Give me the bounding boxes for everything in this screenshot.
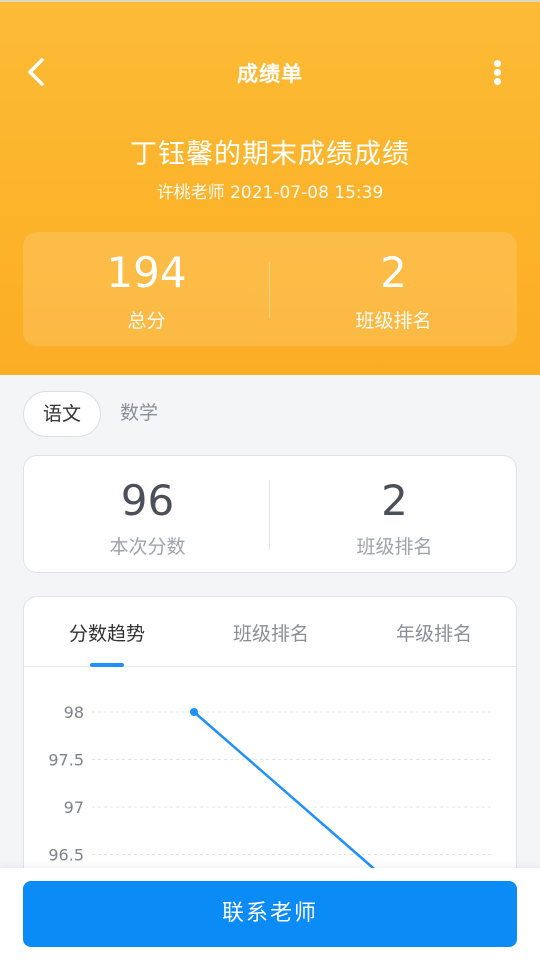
score-divider — [269, 480, 270, 550]
score-report-page: 成绩单 丁钰馨的期末成绩成绩 许桃老师 2021-07-08 15:39 194… — [0, 0, 540, 960]
chart-tabs: 分数趋势 班级排名 年级排名 — [24, 597, 516, 667]
subject-rank-label: 班级排名 — [356, 536, 433, 558]
y-tick-label: 97.5 — [48, 751, 84, 770]
subject-score-card: 96 本次分数 2 班级排名 — [23, 455, 517, 573]
report-title: 丁钰馨的期末成绩成绩 — [130, 139, 410, 170]
y-tick-label: 96.5 — [48, 846, 84, 865]
y-tick-label: 97 — [64, 798, 84, 817]
class-rank-stat: 2 班级排名 — [270, 246, 517, 333]
tab-score-trend[interactable]: 分数趋势 — [47, 619, 167, 646]
total-score-label: 总分 — [127, 310, 166, 332]
class-rank-label: 班级排名 — [355, 310, 432, 332]
summary-card: 194 总分 2 班级排名 — [23, 232, 517, 346]
subject-rank-value: 2 — [381, 476, 408, 525]
class-rank-value: 2 — [380, 248, 407, 297]
subject-score-value: 96 — [120, 476, 175, 525]
subject-tab-math[interactable]: 数学 — [117, 391, 161, 437]
contact-teacher-button[interactable]: 联系老师 — [23, 881, 517, 947]
page-title: 成绩单 — [237, 62, 303, 86]
bottom-bar: 联系老师 — [0, 868, 540, 960]
series-line — [193, 711, 375, 870]
nav-bar: 成绩单 — [0, 40, 540, 106]
total-score-value: 194 — [106, 248, 187, 297]
subject-rank-stat: 2 班级排名 — [271, 474, 518, 559]
status-divider — [0, 0, 540, 2]
total-score-stat: 194 总分 — [23, 246, 270, 333]
tab-class-rank[interactable]: 班级排名 — [211, 619, 331, 646]
header: 成绩单 丁钰馨的期末成绩成绩 许桃老师 2021-07-08 15:39 194… — [0, 0, 540, 375]
report-subtitle: 许桃老师 2021-07-08 15:39 — [156, 183, 384, 203]
tab-grade-rank[interactable]: 年级排名 — [374, 619, 494, 646]
y-tick-label: 98 — [64, 703, 84, 722]
subject-score-stat: 96 本次分数 — [24, 474, 271, 559]
more-button[interactable] — [480, 54, 516, 90]
subject-score-label: 本次分数 — [109, 536, 186, 558]
subject-tab-chinese[interactable]: 语文 — [23, 391, 101, 437]
data-point — [190, 708, 198, 716]
